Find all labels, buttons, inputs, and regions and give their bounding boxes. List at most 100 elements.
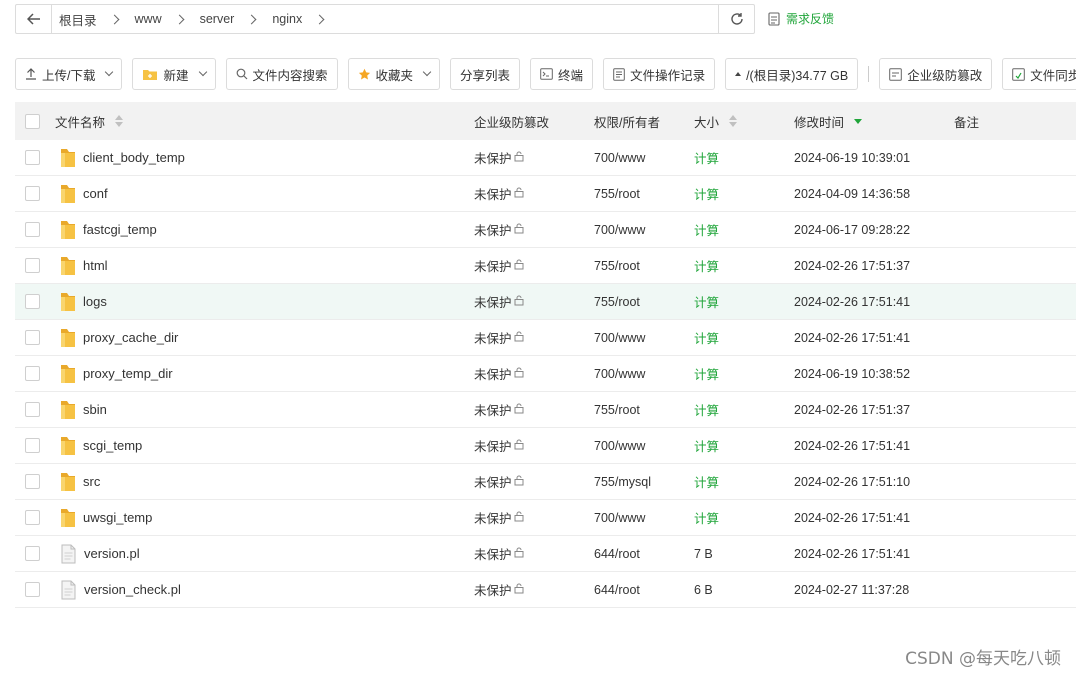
file-name[interactable]: proxy_temp_dir (83, 366, 173, 381)
file-name[interactable]: client_body_temp (83, 150, 185, 165)
file-name[interactable]: html (83, 258, 108, 273)
breadcrumb-item-www[interactable]: www (135, 12, 162, 26)
table-row[interactable]: scgi_temp 未保护 700/www 计算 2024-02-26 17:51:41 (15, 428, 1076, 464)
permission-owner[interactable]: 644/root (594, 583, 640, 597)
table-row[interactable]: version.pl 未保护 644/root 7 B 2024-02-26 17:51… (15, 536, 1076, 572)
row-checkbox[interactable] (25, 294, 40, 309)
permission-owner[interactable]: 755/root (594, 187, 640, 201)
tamper-button[interactable]: 企业级防篡改 (879, 58, 993, 90)
content-search-button[interactable]: 文件内容搜索 (225, 58, 338, 90)
file-size[interactable]: 计算 (694, 328, 719, 347)
file-size[interactable]: 计算 (694, 364, 719, 383)
file-name[interactable]: conf (83, 186, 108, 201)
file-name[interactable]: src (83, 474, 100, 489)
breadcrumb-item-nginx[interactable]: nginx (272, 12, 302, 26)
row-checkbox[interactable] (25, 222, 40, 237)
file-name[interactable]: version.pl (84, 546, 140, 561)
permission-owner[interactable]: 755/root (594, 295, 640, 309)
upload-download-button[interactable]: 上传/下载 (15, 58, 123, 90)
share-list-button[interactable]: 分享列表 (450, 58, 521, 90)
row-checkbox[interactable] (25, 330, 40, 345)
permission-owner[interactable]: 700/www (594, 223, 645, 237)
table-row[interactable]: html 未保护 755/root 计算 2024-02-26 17:51:37 (15, 248, 1076, 284)
column-size-header[interactable]: 大小 (694, 102, 738, 140)
row-checkbox[interactable] (25, 438, 40, 453)
back-button[interactable] (16, 5, 52, 33)
lock-icon[interactable] (514, 583, 525, 597)
row-checkbox[interactable] (25, 258, 40, 273)
row-checkbox[interactable] (25, 366, 40, 381)
file-size[interactable]: 计算 (694, 436, 719, 455)
lock-icon[interactable] (514, 547, 525, 561)
file-name[interactable]: proxy_cache_dir (83, 330, 178, 345)
file-name[interactable]: logs (83, 294, 107, 309)
ops-log-button[interactable]: 文件操作记录 (603, 58, 716, 90)
file-size[interactable]: 计算 (694, 400, 719, 419)
file-name[interactable]: scgi_temp (83, 438, 142, 453)
file-size[interactable]: 计算 (694, 148, 719, 167)
new-button[interactable]: 新建 (132, 58, 216, 90)
lock-icon[interactable] (514, 367, 525, 381)
row-checkbox[interactable] (25, 150, 40, 165)
file-size[interactable]: 计算 (694, 220, 719, 239)
file-size[interactable]: 计算 (694, 472, 719, 491)
lock-icon[interactable] (514, 331, 525, 345)
table-row[interactable]: proxy_temp_dir 未保护 700/www 计算 2024-06-19 10:… (15, 356, 1076, 392)
table-row[interactable]: src 未保护 755/mysql 计算 2024-02-26 17:51:10 (15, 464, 1076, 500)
terminal-button[interactable]: 终端 (530, 58, 594, 90)
row-checkbox[interactable] (25, 510, 40, 525)
file-size[interactable]: 计算 (694, 184, 719, 203)
lock-icon[interactable] (514, 187, 525, 201)
row-checkbox[interactable] (25, 186, 40, 201)
permission-owner[interactable]: 700/www (594, 439, 645, 453)
lock-icon[interactable] (514, 223, 525, 237)
file-size[interactable]: 计算 (694, 508, 719, 527)
lock-icon[interactable] (514, 151, 525, 165)
disk-button[interactable]: /(根目录)34.77 GB (725, 58, 859, 90)
table-row[interactable]: client_body_temp 未保护 700/www 计算 2024-06-19 1… (15, 140, 1076, 176)
breadcrumb-item-root[interactable]: 根目录 (59, 10, 97, 29)
feedback-link[interactable]: 需求反馈 (768, 10, 834, 27)
refresh-button[interactable] (718, 5, 754, 33)
column-name-header[interactable]: 文件名称 (55, 102, 124, 140)
file-name[interactable]: sbin (83, 402, 107, 417)
lock-icon[interactable] (514, 295, 525, 309)
table-row[interactable]: conf 未保护 755/root 计算 2024-04-09 14:36:58 (15, 176, 1076, 212)
file-size[interactable]: 计算 (694, 292, 719, 311)
permission-owner[interactable]: 644/root (594, 547, 640, 561)
favorites-button[interactable]: 收藏夹 (347, 58, 441, 90)
file-name[interactable]: uwsgi_temp (83, 510, 152, 525)
permission-owner[interactable]: 755/root (594, 403, 640, 417)
row-checkbox[interactable] (25, 582, 40, 597)
sync-button[interactable]: 文件同步 (1002, 58, 1076, 90)
lock-icon[interactable] (514, 475, 525, 489)
lock-icon[interactable] (514, 511, 525, 525)
permission-owner[interactable]: 700/www (594, 151, 645, 165)
row-checkbox[interactable] (25, 474, 40, 489)
table-row[interactable]: fastcgi_temp 未保护 700/www 计算 2024-06-17 09:28… (15, 212, 1076, 248)
table-row[interactable]: logs 未保护 755/root 计算 2024-02-26 17:51:41 (15, 284, 1076, 320)
column-mtime-header[interactable]: 修改时间 (794, 102, 863, 140)
table-row[interactable]: uwsgi_temp 未保护 700/www 计算 2024-02-26 17:51:4… (15, 500, 1076, 536)
lock-icon[interactable] (514, 403, 525, 417)
permission-owner[interactable]: 700/www (594, 331, 645, 345)
permission-owner[interactable]: 755/mysql (594, 475, 651, 489)
table-row[interactable]: version_check.pl 未保护 644/root 6 B 2024-02-27… (15, 572, 1076, 608)
table-row[interactable]: sbin 未保护 755/root 计算 2024-02-26 17:51:37 (15, 392, 1076, 428)
lock-icon[interactable] (514, 439, 525, 453)
row-checkbox[interactable] (25, 546, 40, 561)
permission-owner[interactable]: 700/www (594, 367, 645, 381)
file-size[interactable]: 计算 (694, 256, 719, 275)
lock-icon[interactable] (514, 259, 525, 273)
permission-owner[interactable]: 755/root (594, 259, 640, 273)
file-name[interactable]: fastcgi_temp (83, 222, 157, 237)
table-row[interactable]: proxy_cache_dir 未保护 700/www 计算 2024-02-26 17… (15, 320, 1076, 356)
row-checkbox[interactable] (25, 402, 40, 417)
sort-icon[interactable] (115, 115, 124, 127)
permission-owner[interactable]: 700/www (594, 511, 645, 525)
sort-icon[interactable] (729, 115, 738, 127)
file-name[interactable]: version_check.pl (84, 582, 181, 597)
breadcrumb-item-server[interactable]: server (200, 12, 235, 26)
select-all-checkbox[interactable] (25, 113, 40, 129)
sort-desc-icon[interactable] (854, 118, 863, 124)
